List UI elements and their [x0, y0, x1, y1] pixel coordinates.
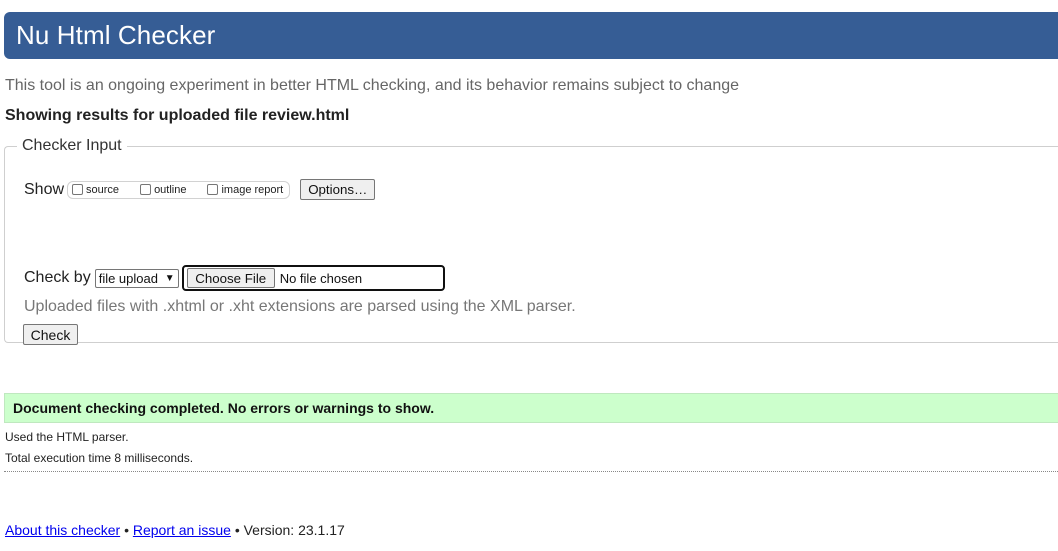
show-outline-option[interactable]: outline	[140, 184, 186, 196]
outline-label: outline	[154, 183, 187, 196]
choose-file-button[interactable]: Choose File	[186, 268, 275, 288]
success-message: Document checking completed. No errors o…	[4, 393, 1058, 423]
options-button[interactable]: Options…	[300, 179, 376, 200]
outline-checkbox[interactable]	[140, 184, 152, 195]
check-by-label: Check by	[24, 269, 91, 286]
check-by-row: Check by file upload ▼ Choose File No fi…	[24, 265, 445, 291]
footer-separator-2: •	[234, 522, 240, 538]
show-options-row: Show source outline image report Options…	[24, 179, 376, 200]
source-checkbox[interactable]	[72, 184, 84, 195]
check-button[interactable]: Check	[23, 324, 78, 345]
check-by-value: file upload	[98, 270, 158, 286]
show-options-group: source outline image report	[67, 180, 291, 199]
no-file-text: No file chosen	[279, 270, 363, 286]
page-title: Nu Html Checker	[16, 20, 216, 50]
xml-parser-note: Uploaded files with .xhtml or .xht exten…	[24, 298, 576, 315]
footer: About this checker • Report an issue • V…	[5, 522, 345, 538]
report-issue-link[interactable]: Report an issue	[133, 522, 231, 538]
chevron-down-icon: ▼	[164, 272, 175, 284]
about-checker-link[interactable]: About this checker	[5, 522, 120, 538]
page-header: Nu Html Checker	[4, 12, 1058, 59]
show-source-option[interactable]: source	[72, 184, 119, 196]
execution-time-info: Total execution time 8 milliseconds.	[5, 451, 194, 465]
show-label: Show	[24, 180, 65, 198]
intro-text: This tool is an ongoing experiment in be…	[5, 77, 740, 94]
divider	[4, 471, 1058, 472]
show-image-report-option[interactable]: image report	[207, 184, 283, 196]
image-report-label: image report	[221, 183, 284, 196]
image-report-checkbox[interactable]	[207, 184, 219, 195]
parser-info: Used the HTML parser.	[5, 430, 129, 444]
file-input[interactable]: Choose File No file chosen	[181, 265, 445, 291]
footer-separator: •	[124, 522, 129, 538]
results-heading: Showing results for uploaded file review…	[5, 107, 350, 124]
source-label: source	[86, 183, 120, 196]
checker-input-legend: Checker Input	[22, 137, 122, 154]
version-text: Version: 23.1.17	[243, 522, 345, 538]
check-by-select[interactable]: file upload ▼	[94, 268, 179, 288]
checker-input-fieldset: Checker Input Show source outline image …	[4, 137, 1058, 345]
